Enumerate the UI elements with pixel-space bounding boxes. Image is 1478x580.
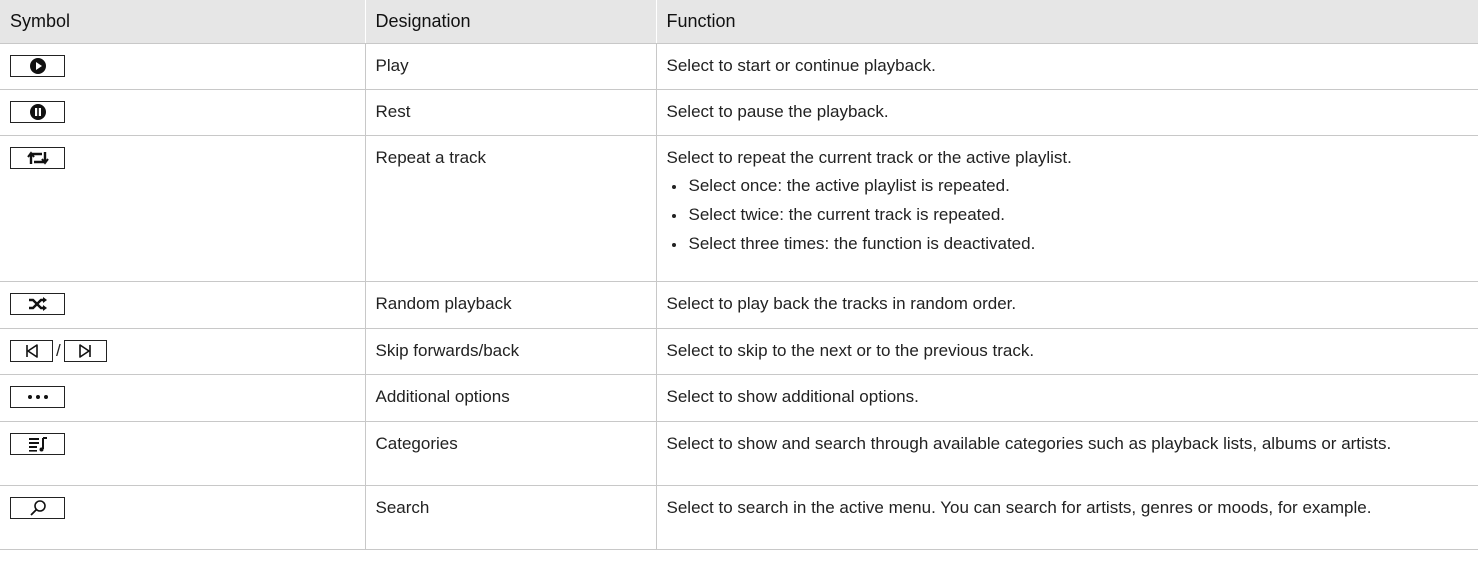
table-row: Rest Select to pause the playback. <box>0 89 1478 136</box>
function-cell: Select to start or continue playback. <box>655 43 1478 90</box>
table-row: Random playback Select to play back the … <box>0 281 1478 329</box>
symbol-cell <box>0 43 365 90</box>
categories-icon <box>10 432 65 455</box>
table-row: Repeat a track Select to repeat the curr… <box>0 135 1478 282</box>
table-row: Search Select to search in the active me… <box>0 485 1478 550</box>
designation-cell: Categories <box>364 421 656 486</box>
bullet-list: Select once: the active playlist is repe… <box>667 175 1469 255</box>
function-cell: Select to show additional options. <box>655 374 1478 422</box>
designation-cell: Random playback <box>364 281 656 329</box>
search-icon <box>10 496 65 519</box>
function-cell: Select to repeat the current track or th… <box>655 135 1478 282</box>
pause-icon <box>10 100 65 123</box>
designation-cell: Play <box>364 43 656 90</box>
skip-back-icon <box>10 339 53 362</box>
symbol-cell <box>0 421 365 486</box>
shuffle-icon <box>10 292 65 315</box>
table-row: / Skip forwards/back Select to skip to t… <box>0 328 1478 375</box>
bullet-item: Select twice: the current track is repea… <box>687 204 1469 226</box>
bullet-item: Select three times: the function is deac… <box>687 233 1469 255</box>
table-row: Additional options Select to show additi… <box>0 374 1478 422</box>
icon-separator: / <box>56 340 61 360</box>
bullet-item: Select once: the active playlist is repe… <box>687 175 1469 197</box>
symbol-cell <box>0 89 365 136</box>
function-cell: Select to show and search through availa… <box>655 421 1478 486</box>
more-options-icon <box>10 385 65 408</box>
symbol-cell: / <box>0 328 365 375</box>
table-row: Categories Select to show and search thr… <box>0 421 1478 486</box>
symbol-cell <box>0 374 365 422</box>
function-cell: Select to skip to the next or to the pre… <box>655 328 1478 375</box>
header-symbol: Symbol <box>0 0 365 44</box>
designation-cell: Skip forwards/back <box>364 328 656 375</box>
header-function: Function <box>655 0 1478 44</box>
designation-cell: Rest <box>364 89 656 136</box>
function-cell: Select to pause the playback. <box>655 89 1478 136</box>
designation-cell: Search <box>364 485 656 550</box>
designation-cell: Additional options <box>364 374 656 422</box>
play-icon <box>10 54 65 77</box>
header-designation: Designation <box>364 0 656 44</box>
function-text: Select to repeat the current track or th… <box>666 148 1072 167</box>
table-header-row: Symbol Designation Function <box>0 0 1478 44</box>
symbol-table: Symbol Designation Function Play Select … <box>0 0 1478 550</box>
symbol-cell <box>0 485 365 550</box>
designation-cell: Repeat a track <box>364 135 656 282</box>
skip-forward-icon <box>63 339 107 362</box>
function-cell: Select to search in the active menu. You… <box>655 485 1478 550</box>
table-row: Play Select to start or continue playbac… <box>0 43 1478 90</box>
repeat-icon <box>10 146 65 169</box>
function-cell: Select to play back the tracks in random… <box>655 281 1478 329</box>
symbol-cell <box>0 135 365 282</box>
symbol-cell <box>0 281 365 329</box>
